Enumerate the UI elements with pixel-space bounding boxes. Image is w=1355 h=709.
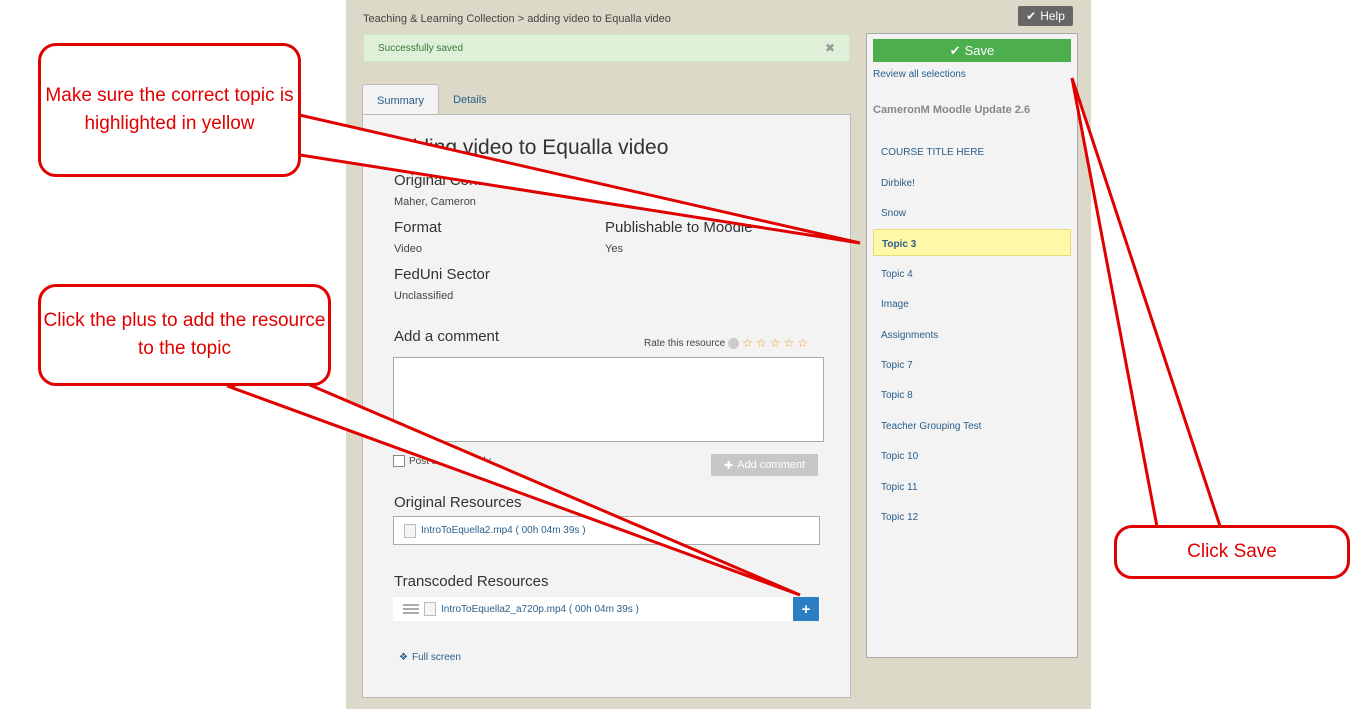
help-button[interactable]: ✔ Help — [1018, 6, 1073, 26]
original-resources-heading: Original Resources — [394, 494, 522, 511]
topic-item[interactable]: Topic 10 — [873, 442, 1071, 469]
transcoded-resources-heading: Transcoded Resources — [394, 573, 549, 590]
item-title: adding video to Equalla video — [394, 136, 669, 159]
full-screen-link[interactable]: ❖ Full screen — [399, 652, 461, 663]
save-label: Save — [964, 43, 995, 58]
anonymous-label: Post anonymously — [409, 455, 491, 467]
topic-item[interactable]: Snow — [873, 199, 1071, 226]
plus-icon: ✚ — [723, 459, 734, 472]
topic-item[interactable]: COURSE TITLE HERE — [873, 138, 1071, 165]
cancel-rating-icon[interactable] — [728, 337, 740, 349]
star-icon[interactable]: ☆ — [797, 336, 808, 350]
format-label: Format — [394, 219, 442, 236]
add-comment-label: Add comment — [737, 459, 806, 471]
original-contributor-value: Maher, Cameron — [394, 196, 476, 208]
drag-handle-icon[interactable] — [403, 604, 419, 614]
topic-item[interactable]: Assignments — [873, 321, 1071, 348]
transcoded-resource-link[interactable]: IntroToEquella2_a720p.mp4 ( 00h 04m 39s … — [441, 604, 639, 615]
topic-item[interactable]: Topic 12 — [873, 503, 1071, 530]
publishable-value: Yes — [605, 243, 623, 255]
transcoded-resource-row[interactable]: IntroToEquella2_a720p.mp4 ( 00h 04m 39s … — [393, 597, 820, 621]
sector-value: Unclassified — [394, 290, 454, 302]
full-screen-label: Full screen — [411, 652, 461, 663]
topic-callout: Make sure the correct topic is highlight… — [38, 43, 301, 177]
chevron-down-icon: ✔ — [1026, 9, 1037, 23]
original-resource-row[interactable]: IntroToEquella2.mp4 ( 00h 04m 39s ) — [393, 516, 820, 545]
star-icon[interactable]: ☆ — [742, 336, 753, 350]
sector-label: FedUni Sector — [394, 266, 490, 283]
anonymous-option[interactable]: Post anonymously — [393, 455, 491, 467]
save-button[interactable]: ✔ Save — [873, 39, 1071, 62]
help-label: Help — [1040, 9, 1065, 23]
save-callout-pointer — [1070, 77, 1225, 534]
check-icon: ✔ — [949, 42, 961, 58]
publishable-label: Publishable to Moodle — [605, 219, 753, 236]
original-contributor-label: Original Contributor — [394, 172, 525, 189]
topic-item[interactable]: Teacher Grouping Test — [873, 412, 1071, 439]
topic-item[interactable]: Topic 4 — [873, 260, 1071, 287]
topic-item[interactable]: Topic 8 — [873, 381, 1071, 408]
star-icon[interactable]: ☆ — [770, 336, 781, 350]
file-icon — [424, 602, 436, 616]
topic-item[interactable]: Topic 11 — [873, 473, 1071, 500]
close-icon[interactable]: ✖ — [825, 41, 835, 55]
topic-item[interactable]: Dirbike! — [873, 169, 1071, 196]
anonymous-checkbox[interactable] — [393, 455, 405, 467]
rate-label: Rate this resource — [644, 337, 726, 349]
format-value: Video — [394, 243, 422, 255]
add-resource-plus-button[interactable]: + — [793, 597, 819, 621]
save-callout: Click Save — [1114, 525, 1350, 579]
alert-text: Successfully saved — [378, 43, 464, 54]
star-icon[interactable]: ☆ — [783, 336, 794, 350]
rating-widget[interactable]: Rate this resource ☆ ☆ ☆ ☆ ☆ — [644, 336, 808, 350]
add-comment-button[interactable]: ✚ Add comment — [711, 454, 818, 476]
original-resource-link[interactable]: IntroToEquella2.mp4 ( 00h 04m 39s ) — [421, 525, 586, 536]
file-icon — [404, 523, 416, 538]
plus-callout: Click the plus to add the resource to th… — [38, 284, 331, 386]
success-alert: Successfully saved ✖ — [363, 34, 850, 62]
breadcrumb: Teaching & Learning Collection > adding … — [363, 13, 671, 25]
fullscreen-icon: ❖ — [399, 652, 408, 663]
review-selections-link[interactable]: Review all selections — [873, 69, 966, 80]
topic-item-selected[interactable]: Topic 3 — [873, 229, 1071, 256]
add-comment-heading: Add a comment — [394, 328, 500, 345]
course-title: CameronM Moodle Update 2.6 — [873, 104, 1031, 116]
tab-summary[interactable]: Summary — [362, 84, 440, 116]
tab-details[interactable]: Details — [439, 84, 501, 115]
star-icon[interactable]: ☆ — [756, 336, 767, 350]
tab-bar: Summary Details — [362, 84, 501, 116]
comment-textarea[interactable] — [393, 357, 824, 442]
topic-item[interactable]: Image — [873, 290, 1071, 317]
topic-item[interactable]: Topic 7 — [873, 351, 1071, 378]
